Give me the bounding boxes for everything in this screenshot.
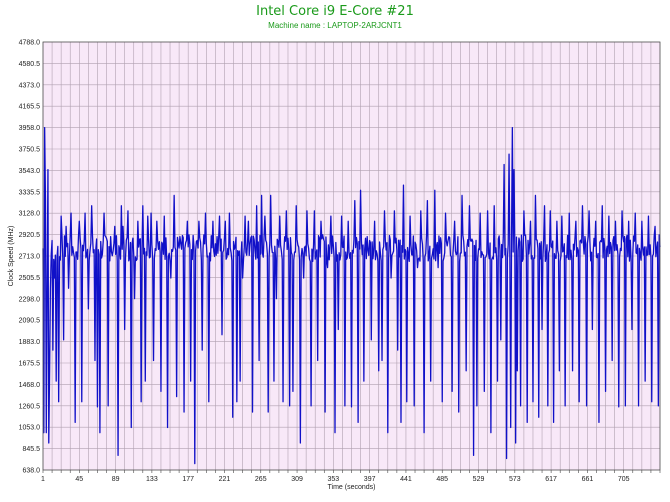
x-tick-label: 441 [400, 476, 412, 483]
x-tick-label: 89 [112, 476, 120, 483]
y-tick-label: 3543.0 [19, 168, 41, 175]
y-tick-label: 2298.0 [19, 296, 41, 303]
x-axis-title: Time (seconds) [328, 484, 376, 491]
x-tick-label: 397 [364, 476, 376, 483]
y-tick-label: 1675.5 [19, 361, 41, 368]
y-tick-label: 4165.5 [19, 104, 41, 111]
y-tick-label: 2713.0 [19, 254, 41, 261]
x-tick-label: 573 [509, 476, 521, 483]
y-tick-label: 1883.0 [19, 339, 41, 346]
x-tick-label: 661 [582, 476, 594, 483]
y-tick-label: 3958.0 [19, 125, 41, 132]
x-tick-label: 1 [41, 476, 45, 483]
y-tick-label: 845.5 [22, 446, 40, 453]
y-tick-label: 638.0 [22, 468, 40, 475]
x-tick-label: 133 [146, 476, 158, 483]
x-tick-label: 177 [182, 476, 194, 483]
x-axis-ticks: 1 45 89 133 177 221 265 309 353 397 441 485 529 573 61… [41, 470, 661, 483]
x-tick-label: 309 [291, 476, 303, 483]
x-tick-label: 705 [618, 476, 630, 483]
y-tick-label: 4373.0 [19, 82, 41, 89]
x-tick-label: 221 [219, 476, 231, 483]
y-tick-label: 3128.0 [19, 211, 41, 218]
clock-speed-chart: 638.0 845.5 1053.0 1260.5 1468.0 1675.5 1883.0… [8, 40, 661, 491]
y-tick-label: 3750.5 [19, 147, 41, 154]
y-axis-title: Clock Speed (MHz) [8, 226, 15, 287]
y-tick-label: 1260.5 [19, 403, 41, 410]
y-tick-label: 3335.5 [19, 189, 41, 196]
y-tick-label: 4788.0 [19, 40, 41, 47]
y-tick-label: 1053.0 [19, 425, 41, 432]
y-tick-label: 2090.5 [19, 318, 41, 325]
x-tick-label: 353 [328, 476, 340, 483]
x-tick-label: 265 [255, 476, 267, 483]
x-tick-label: 617 [545, 476, 557, 483]
x-tick-label: 529 [473, 476, 485, 483]
y-axis-ticks: 638.0 845.5 1053.0 1260.5 1468.0 1675.5 1883.0… [19, 40, 41, 475]
y-tick-label: 1468.0 [19, 382, 41, 389]
y-tick-label: 2920.5 [19, 232, 41, 239]
y-tick-label: 2505.5 [19, 275, 41, 282]
x-tick-label: 485 [436, 476, 448, 483]
x-tick-label: 45 [75, 476, 83, 483]
y-tick-label: 4580.5 [19, 61, 41, 68]
